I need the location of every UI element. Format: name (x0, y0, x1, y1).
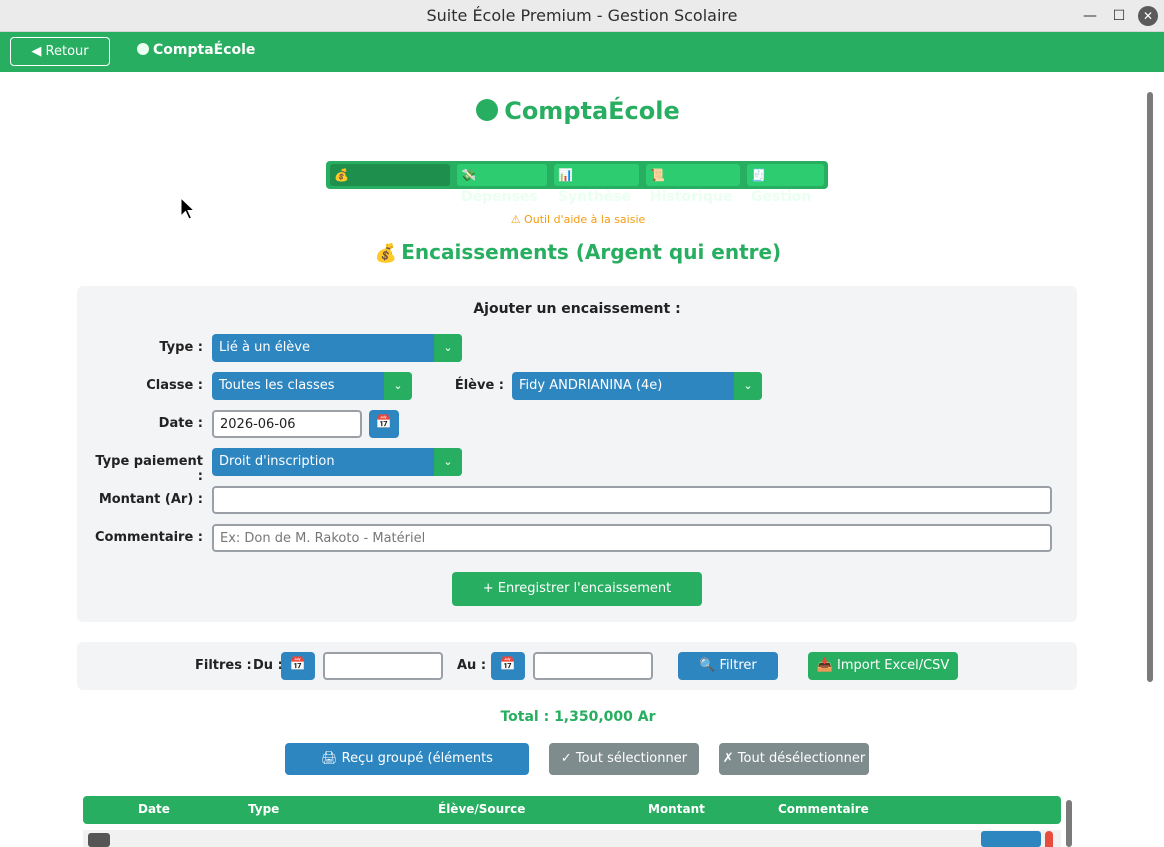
calendar-button[interactable]: 📅 (369, 410, 399, 438)
maximize-icon[interactable]: ☐ (1109, 6, 1129, 26)
column-header: Type (248, 802, 280, 816)
eleve-select-value: Fidy ANDRIANINA (4e) (519, 378, 663, 393)
chevron-down-icon: ⌄ (384, 372, 412, 400)
tab-label: Gestion (751, 189, 812, 205)
money-wings-icon: 💸 (461, 168, 476, 182)
app-logo-icon (137, 42, 149, 55)
classe-label: Classe : (146, 378, 203, 393)
warning-note: ⚠ Outil d'aide à la saisie (510, 213, 646, 226)
minimize-icon[interactable]: — (1080, 6, 1100, 26)
tab-label: Synthèse (558, 189, 632, 205)
tab-historique[interactable]: 📜 Historique (646, 164, 740, 205)
type-label: Type : (159, 340, 203, 355)
page-title: ComptaÉcole (0, 97, 1156, 125)
calendar-icon: 📅 (375, 415, 393, 430)
deselect-all-button[interactable]: ✗ Tout désélectionner (719, 743, 869, 775)
tab-label: Encaissements (334, 189, 452, 205)
page-title-text: ComptaÉcole (504, 97, 680, 125)
type-paiement-select[interactable]: Droit d'inscription ⌄ (212, 448, 462, 476)
filters-bar: Filtres : Du : 📅 Au : 📅 🔍 Filtrer 📥 Impo… (77, 642, 1077, 690)
money-bag-icon: 💰 (334, 168, 349, 182)
calendar-icon: 📅 (289, 657, 307, 672)
total-amount: Total : 1,350,000 Ar (500, 709, 656, 725)
row-action-button[interactable] (981, 831, 1041, 847)
bar-chart-icon: 📊 (558, 168, 573, 182)
window-titlebar: Suite École Premium - Gestion Scolaire —… (0, 0, 1164, 32)
tab-depenses[interactable]: 💸 Dépenses (457, 164, 547, 205)
receipt-icon: 🧾 (751, 168, 766, 182)
recu-groupe-button[interactable]: 🖨 Reçu groupé (éléments sélectionnés) (285, 743, 529, 798)
filter-button[interactable]: 🔍 Filtrer (678, 652, 778, 680)
tab-label: Dépenses (461, 189, 538, 205)
chevron-down-icon: ⌄ (434, 448, 462, 476)
type-paiement-value: Droit d'inscription (219, 454, 335, 469)
montant-label: Montant (Ar) : (98, 492, 203, 507)
commentaire-placeholder: Ex: Don de M. Rakoto - Matériel (220, 531, 426, 546)
app-name-text: ComptaÉcole (153, 42, 256, 58)
app-topbar: ◀ Retour ComptaÉcole (0, 32, 1164, 72)
date-value: 2026-06-06 (220, 417, 296, 432)
classe-select-value: Toutes les classes (219, 378, 335, 393)
type-paiement-label: Type paiement : (95, 454, 203, 484)
select-all-button[interactable]: ✓ Tout sélectionner (549, 743, 699, 775)
encaissements-table-header: Date Type Élève/Source Montant Commentai… (83, 796, 1061, 824)
type-select[interactable]: Lié à un élève ⌄ (212, 334, 462, 362)
table-row (83, 830, 1061, 847)
tab-encaissements[interactable]: 💰 Encaissements (330, 164, 451, 205)
row-checkbox[interactable] (88, 833, 110, 847)
tab-gestion[interactable]: 🧾 Gestion (747, 164, 824, 205)
section-title: 💰 Encaissements (Argent qui entre) (0, 240, 1156, 264)
du-label: Du : (253, 658, 283, 673)
topbar-app-name: ComptaÉcole (137, 42, 255, 58)
commentaire-label: Commentaire : (94, 530, 203, 545)
tab-label: Historique (650, 189, 733, 205)
page-scrollbar[interactable] (1147, 92, 1153, 682)
eleve-label: Élève : (454, 378, 504, 393)
date-to-calendar-button[interactable]: 📅 (491, 652, 525, 680)
date-to-field[interactable] (533, 652, 653, 680)
window-title: Suite École Premium - Gestion Scolaire (426, 6, 738, 25)
au-label: Au : (457, 658, 487, 673)
table-scrollbar[interactable] (1066, 800, 1072, 847)
classe-select[interactable]: Toutes les classes ⌄ (212, 372, 412, 400)
column-header: Montant (648, 802, 705, 816)
mouse-cursor-icon (180, 197, 196, 220)
commentaire-field[interactable]: Ex: Don de M. Rakoto - Matériel (212, 524, 1052, 552)
money-bag-icon: 💰 (374, 243, 398, 264)
form-title: Ajouter un encaissement : (473, 301, 681, 317)
scroll-icon: 📜 (650, 168, 665, 182)
close-icon[interactable]: ✕ (1138, 6, 1158, 26)
tab-synthese[interactable]: 📊 Synthèse (554, 164, 639, 205)
date-from-field[interactable] (323, 652, 443, 680)
eleve-select[interactable]: Fidy ANDRIANINA (4e) ⌄ (512, 372, 762, 400)
chevron-down-icon: ⌄ (434, 334, 462, 362)
add-encaissement-panel: Ajouter un encaissement : Type : Lié à u… (77, 286, 1077, 622)
montant-field[interactable] (212, 486, 1052, 514)
date-from-calendar-button[interactable]: 📅 (281, 652, 315, 680)
row-delete-button[interactable] (1045, 831, 1053, 847)
back-button[interactable]: ◀ Retour (10, 37, 110, 66)
date-label: Date : (158, 416, 203, 431)
calendar-icon: 📅 (499, 657, 517, 672)
import-excel-button[interactable]: 📥 Import Excel/CSV (808, 652, 958, 680)
column-header: Élève/Source (438, 802, 526, 816)
app-logo-icon (476, 99, 499, 121)
save-encaissement-button[interactable]: + Enregistrer l'encaissement (452, 572, 702, 606)
type-select-value: Lié à un élève (219, 340, 310, 355)
chevron-down-icon: ⌄ (734, 372, 762, 400)
main-tabs: 💰 Encaissements 💸 Dépenses 📊 Synthèse 📜 Hist… (326, 161, 828, 205)
filters-label: Filtres : (195, 658, 252, 673)
column-header: Commentaire (778, 802, 869, 816)
date-field[interactable]: 2026-06-06 (212, 410, 362, 438)
section-title-text: Encaissements (Argent qui entre) (401, 240, 782, 264)
column-header: Date (138, 802, 170, 816)
